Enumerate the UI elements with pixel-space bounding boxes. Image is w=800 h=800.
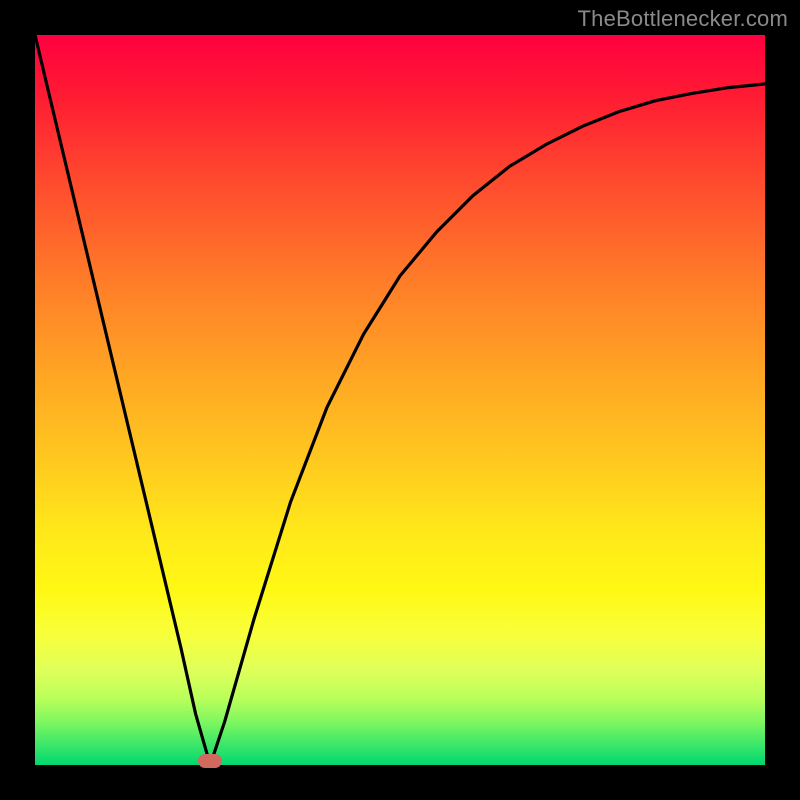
chart-frame: TheBottlenecker.com — [0, 0, 800, 800]
plot-area — [35, 35, 765, 765]
curve-path — [35, 35, 765, 765]
min-marker — [198, 754, 222, 768]
watermark-text: TheBottlenecker.com — [578, 6, 788, 32]
bottleneck-curve — [35, 35, 765, 765]
